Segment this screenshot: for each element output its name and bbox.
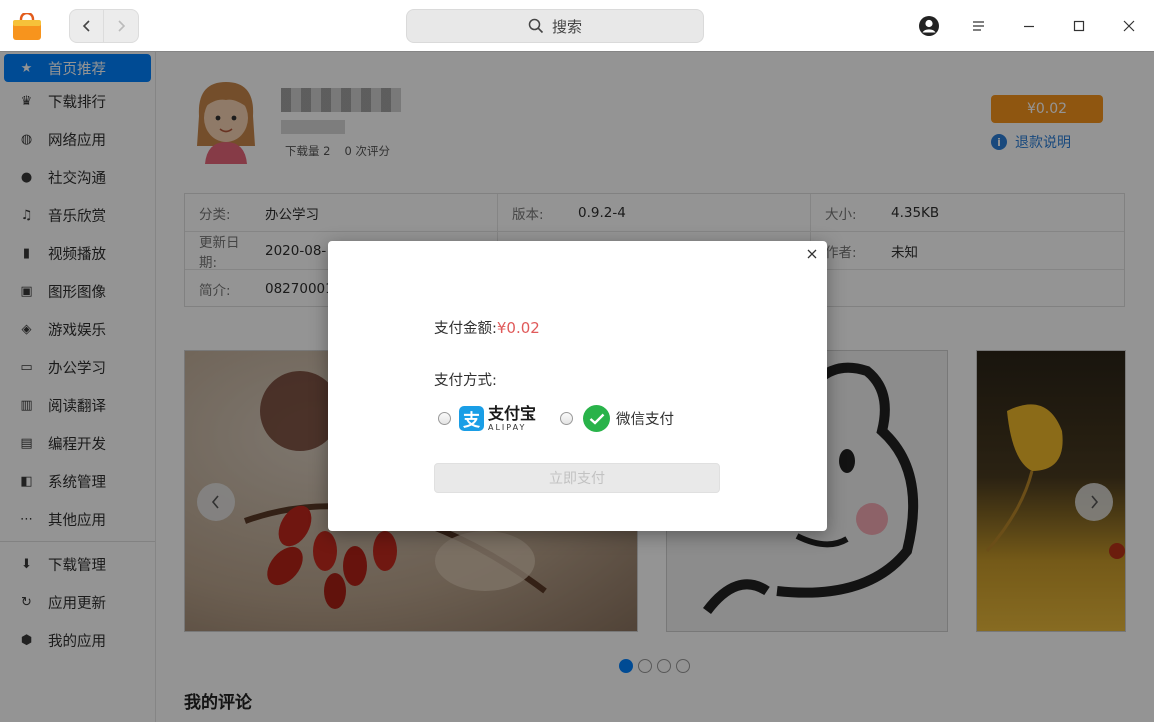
- back-icon: [82, 20, 90, 32]
- alipay-name: 支付宝: [488, 403, 537, 423]
- wechat-radio[interactable]: [560, 412, 574, 425]
- alipay-radio[interactable]: [438, 412, 451, 425]
- wechat-pay-option[interactable]: 微信支付: [583, 405, 674, 432]
- alipay-icon: 支: [459, 406, 484, 431]
- modal-backdrop-sidebar: [0, 51, 156, 722]
- close-icon: [807, 249, 817, 259]
- payment-amount-value: ¥0.02: [496, 319, 540, 337]
- maximize-icon: [1073, 20, 1085, 32]
- payment-method-label: 支付方式:: [434, 373, 497, 389]
- search-icon: [528, 18, 544, 34]
- maximize-button[interactable]: [1054, 0, 1104, 52]
- alipay-wordmark: 支付宝 ALIPAY: [488, 403, 537, 432]
- payment-amount: 支付金额:¥0.02: [434, 317, 540, 338]
- minimize-button[interactable]: [1004, 0, 1054, 52]
- forward-button[interactable]: [104, 9, 139, 43]
- window-controls: [904, 0, 1154, 52]
- search-box[interactable]: 搜索: [406, 9, 704, 43]
- forward-icon: [118, 20, 126, 32]
- close-button[interactable]: [1104, 0, 1154, 52]
- user-button[interactable]: [904, 0, 954, 52]
- back-button[interactable]: [69, 9, 104, 43]
- search-label: 搜索: [551, 17, 582, 36]
- wechat-pay-label: 微信支付: [616, 412, 675, 428]
- payment-options: 支 支付宝 ALIPAY 微信支付: [438, 405, 674, 432]
- payment-dialog: 支付金额:¥0.02 支付方式: 支 支付宝 ALIPAY 微信支付 立即支付: [328, 241, 827, 531]
- user-icon: [919, 16, 939, 36]
- app-store-logo-icon: [13, 13, 41, 40]
- pay-now-button[interactable]: 立即支付: [434, 463, 720, 493]
- menu-icon: [973, 21, 984, 31]
- wechat-pay-icon: [583, 405, 611, 432]
- payment-amount-label: 支付金额:: [434, 321, 497, 337]
- title-bar: 搜索: [0, 0, 1154, 52]
- minimize-icon: [1024, 25, 1034, 28]
- close-icon: [1123, 20, 1135, 32]
- navigation-buttons: [69, 9, 139, 43]
- dialog-close-button[interactable]: [803, 245, 821, 263]
- alipay-name-en: ALIPAY: [488, 422, 527, 432]
- alipay-option[interactable]: 支 支付宝 ALIPAY: [459, 403, 537, 432]
- menu-button[interactable]: [954, 0, 1004, 52]
